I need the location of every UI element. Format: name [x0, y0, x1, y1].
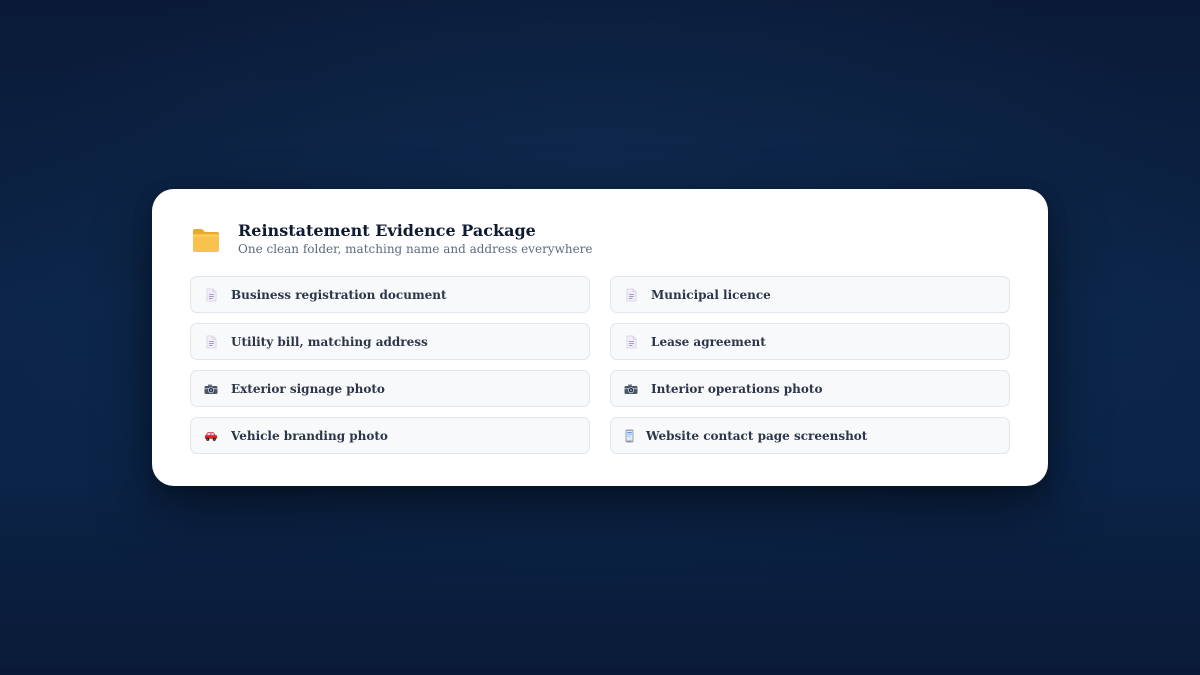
- folder-icon: [193, 229, 219, 252]
- camera-icon: [204, 382, 218, 396]
- package-subtitle: One clean folder, matching name and addr…: [238, 242, 593, 256]
- evidence-item-municipal-licence[interactable]: Municipal licence: [610, 276, 1010, 313]
- evidence-item-label: Website contact page screenshot: [646, 428, 868, 443]
- evidence-item-label: Exterior signage photo: [231, 381, 385, 396]
- header-text: Reinstatement Evidence Package One clean…: [238, 219, 593, 256]
- document-icon: [624, 335, 638, 349]
- document-icon: [624, 288, 638, 302]
- evidence-item-label: Interior operations photo: [651, 381, 823, 396]
- phone-icon: [624, 429, 634, 443]
- evidence-item-label: Vehicle branding photo: [231, 428, 388, 443]
- evidence-item-utility-bill[interactable]: Utility bill, matching address: [190, 323, 590, 360]
- evidence-items-grid: Business registration document Municipal…: [190, 276, 1010, 454]
- evidence-item-business-registration[interactable]: Business registration document: [190, 276, 590, 313]
- camera-icon: [624, 382, 638, 396]
- evidence-package-card: Reinstatement Evidence Package One clean…: [152, 189, 1048, 486]
- evidence-item-label: Lease agreement: [651, 334, 766, 349]
- evidence-item-label: Utility bill, matching address: [231, 334, 428, 349]
- evidence-item-exterior-signage[interactable]: Exterior signage photo: [190, 370, 590, 407]
- document-icon: [204, 288, 218, 302]
- package-header: Reinstatement Evidence Package One clean…: [192, 219, 593, 259]
- evidence-item-interior-operations[interactable]: Interior operations photo: [610, 370, 1010, 407]
- package-title: Reinstatement Evidence Package: [238, 221, 536, 240]
- evidence-item-label: Municipal licence: [651, 287, 771, 302]
- car-icon: [204, 429, 218, 443]
- evidence-item-label: Business registration document: [231, 287, 447, 302]
- evidence-item-lease-agreement[interactable]: Lease agreement: [610, 323, 1010, 360]
- evidence-item-website-screenshot[interactable]: Website contact page screenshot: [610, 417, 1010, 454]
- evidence-item-vehicle-branding[interactable]: Vehicle branding photo: [190, 417, 590, 454]
- document-icon: [204, 335, 218, 349]
